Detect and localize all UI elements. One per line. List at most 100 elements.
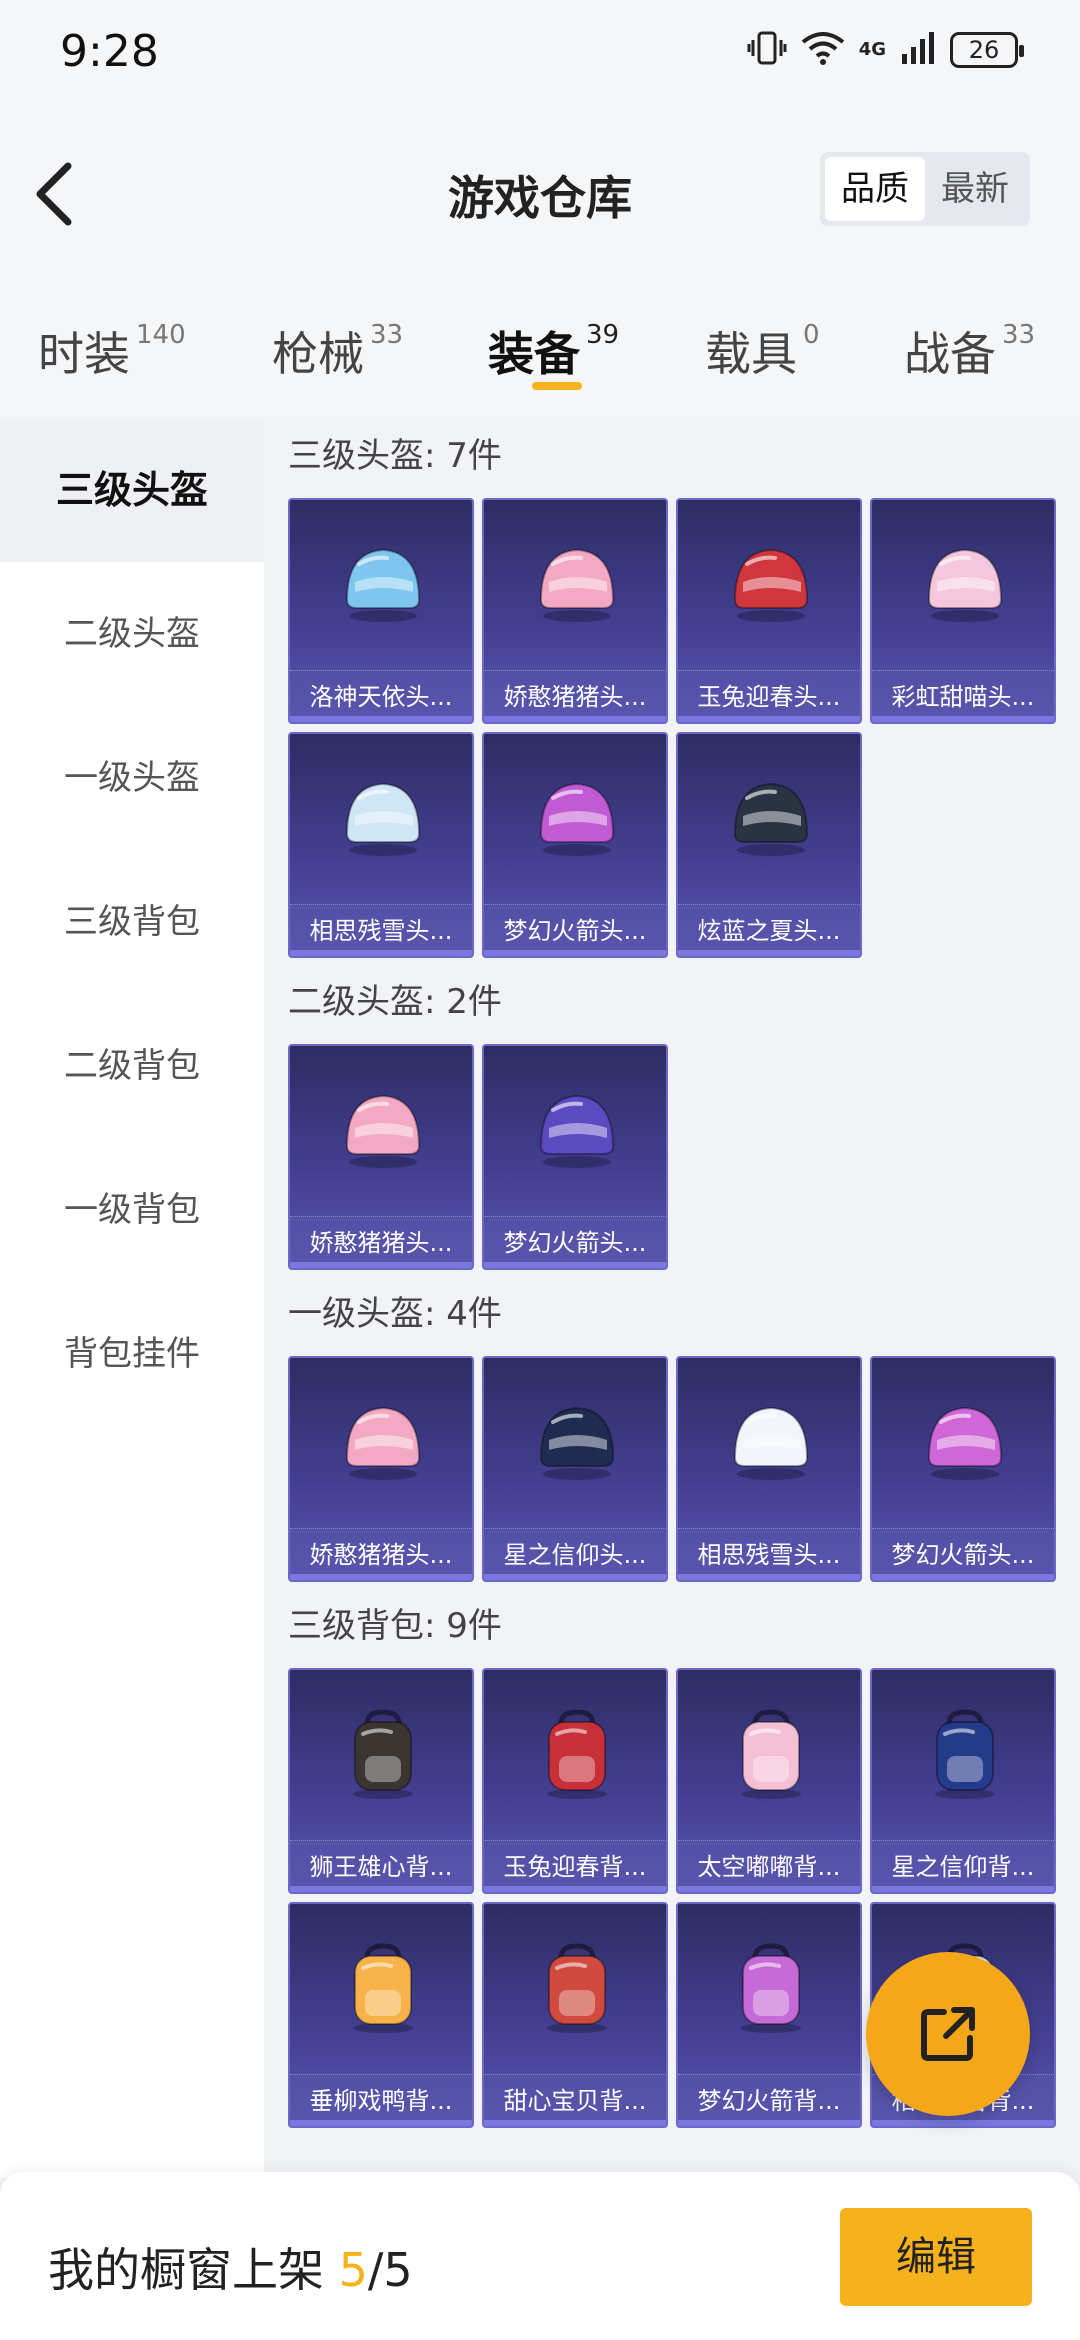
item-name: 玉兔迎春背... (484, 1840, 666, 1892)
sort-quality-button[interactable]: 品质 (825, 157, 925, 221)
item-card[interactable]: 娇憨猪猪头... (288, 1356, 474, 1582)
helmet-icon (333, 1392, 433, 1492)
item-grid: 娇憨猪猪头... 星之信仰头... 相思残雪头... 梦幻火箭头... (288, 1356, 1078, 1582)
item-card[interactable]: 垂柳戏鸭背... (288, 1902, 474, 2128)
edit-button[interactable]: 编辑 (840, 2208, 1032, 2306)
category-tabs: 时装 140 枪械 33 装备 39 载具 0 战备 33 (0, 270, 1080, 416)
rarity-bar (290, 2120, 472, 2126)
helmet-icon (333, 1080, 433, 1180)
sidebar-item-level1-backpack[interactable]: 一级背包 (0, 1138, 264, 1282)
item-card[interactable]: 梦幻火箭头... (870, 1356, 1056, 1582)
helmet-icon (527, 768, 627, 868)
tab-equipment[interactable]: 装备 39 (488, 318, 619, 384)
status-bar: 9:28 4G 26 (0, 0, 1080, 104)
item-grid: 洛神天依头... 娇憨猪猪头... 玉兔迎春头... 彩虹甜喵头... 相思残雪头...… (288, 498, 1078, 958)
backpack-icon (333, 1938, 433, 2038)
rarity-bar (484, 2120, 666, 2126)
wifi-icon (801, 30, 845, 70)
item-name: 星之信仰头... (484, 1528, 666, 1580)
rarity-bar (484, 950, 666, 956)
item-name: 星之信仰背... (872, 1840, 1054, 1892)
item-card[interactable]: 梦幻火箭背... (676, 1902, 862, 2128)
item-name: 玉兔迎春头... (678, 670, 860, 722)
sidebar-item-backpack-charm[interactable]: 背包挂件 (0, 1282, 264, 1426)
item-name: 太空嘟嘟背... (678, 1840, 860, 1892)
item-name: 垂柳戏鸭背... (290, 2074, 472, 2126)
item-name: 梦幻火箭头... (484, 904, 666, 956)
rarity-bar (678, 1886, 860, 1892)
item-card[interactable]: 洛神天依头... (288, 498, 474, 724)
sort-toggle: 品质 最新 (820, 152, 1030, 226)
item-card[interactable]: 狮王雄心背... (288, 1668, 474, 1894)
item-card[interactable]: 相思残雪头... (676, 1356, 862, 1582)
helmet-icon (527, 1392, 627, 1492)
tab-count: 33 (370, 320, 404, 350)
tab-count: 140 (136, 320, 186, 350)
helmet-icon (721, 1392, 821, 1492)
item-card[interactable]: 星之信仰背... (870, 1668, 1056, 1894)
network-type: 4G (858, 39, 886, 60)
status-icons: 4G 26 (747, 30, 1024, 70)
active-tab-indicator (532, 382, 582, 390)
item-card[interactable]: 玉兔迎春头... (676, 498, 862, 724)
item-card[interactable]: 炫蓝之夏头... (676, 732, 862, 958)
section-title: 三级头盔: 7件 (288, 436, 502, 476)
sidebar-item-level2-backpack[interactable]: 二级背包 (0, 994, 264, 1138)
showcase-footer: 我的橱窗上架 5/5 编辑 (0, 2172, 1080, 2340)
sort-newest-button[interactable]: 最新 (925, 157, 1025, 221)
item-name: 梦幻火箭头... (484, 1216, 666, 1268)
rarity-bar (484, 716, 666, 722)
rarity-bar (678, 2120, 860, 2126)
item-card[interactable]: 太空嘟嘟背... (676, 1668, 862, 1894)
header: 游戏仓库 品质 最新 (0, 104, 1080, 270)
rarity-bar (678, 1574, 860, 1580)
item-name: 娇憨猪猪头... (290, 1528, 472, 1580)
item-card[interactable]: 娇憨猪猪头... (482, 498, 668, 724)
section-title: 三级背包: 9件 (288, 1606, 502, 1646)
rarity-bar (290, 950, 472, 956)
sidebar: 三级头盔 二级头盔 一级头盔 三级背包 二级背包 一级背包 背包挂件 (0, 418, 264, 2178)
backpack-icon (333, 1704, 433, 1804)
helmet-icon (527, 1080, 627, 1180)
sidebar-item-level1-helmet[interactable]: 一级头盔 (0, 706, 264, 850)
sidebar-item-level3-backpack[interactable]: 三级背包 (0, 850, 264, 994)
tab-vehicles[interactable]: 载具 0 (705, 318, 820, 384)
tab-count: 39 (586, 320, 620, 350)
item-name: 彩虹甜喵头... (872, 670, 1054, 722)
item-name: 洛神天依头... (290, 670, 472, 722)
share-button[interactable] (866, 1952, 1030, 2116)
helmet-icon (333, 768, 433, 868)
section-title: 二级头盔: 2件 (288, 982, 502, 1022)
showcase-current-count: 5 (338, 2243, 368, 2297)
tab-fashion[interactable]: 时装 140 (38, 318, 186, 384)
item-card[interactable]: 甜心宝贝背... (482, 1902, 668, 2128)
rarity-bar (872, 716, 1054, 722)
backpack-icon (721, 1704, 821, 1804)
item-card[interactable]: 娇憨猪猪头... (288, 1044, 474, 1270)
rarity-bar (290, 1262, 472, 1268)
backpack-icon (527, 1704, 627, 1804)
sidebar-item-level2-helmet[interactable]: 二级头盔 (0, 562, 264, 706)
item-list: 三级头盔: 7件 洛神天依头... 娇憨猪猪头... 玉兔迎春头... 彩虹甜喵头...… (264, 418, 1080, 2178)
item-grid: 娇憨猪猪头... 梦幻火箭头... (288, 1044, 1078, 1270)
rarity-bar (872, 1574, 1054, 1580)
item-card[interactable]: 彩虹甜喵头... (870, 498, 1056, 724)
item-name: 梦幻火箭背... (678, 2074, 860, 2126)
item-card[interactable]: 梦幻火箭头... (482, 732, 668, 958)
tab-weapons[interactable]: 枪械 33 (272, 318, 403, 384)
helmet-icon (721, 768, 821, 868)
signal-icon (900, 30, 936, 70)
item-card[interactable]: 梦幻火箭头... (482, 1044, 668, 1270)
item-name: 甜心宝贝背... (484, 2074, 666, 2126)
item-card[interactable]: 玉兔迎春背... (482, 1668, 668, 1894)
tab-count: 0 (803, 320, 820, 350)
rarity-bar (484, 1574, 666, 1580)
rarity-bar (872, 1886, 1054, 1892)
item-card[interactable]: 相思残雪头... (288, 732, 474, 958)
sidebar-item-level3-helmet[interactable]: 三级头盔 (0, 418, 264, 562)
rarity-bar (290, 716, 472, 722)
vibrate-icon (747, 30, 787, 70)
item-name: 狮王雄心背... (290, 1840, 472, 1892)
tab-supplies[interactable]: 战备 33 (904, 318, 1035, 384)
item-card[interactable]: 星之信仰头... (482, 1356, 668, 1582)
